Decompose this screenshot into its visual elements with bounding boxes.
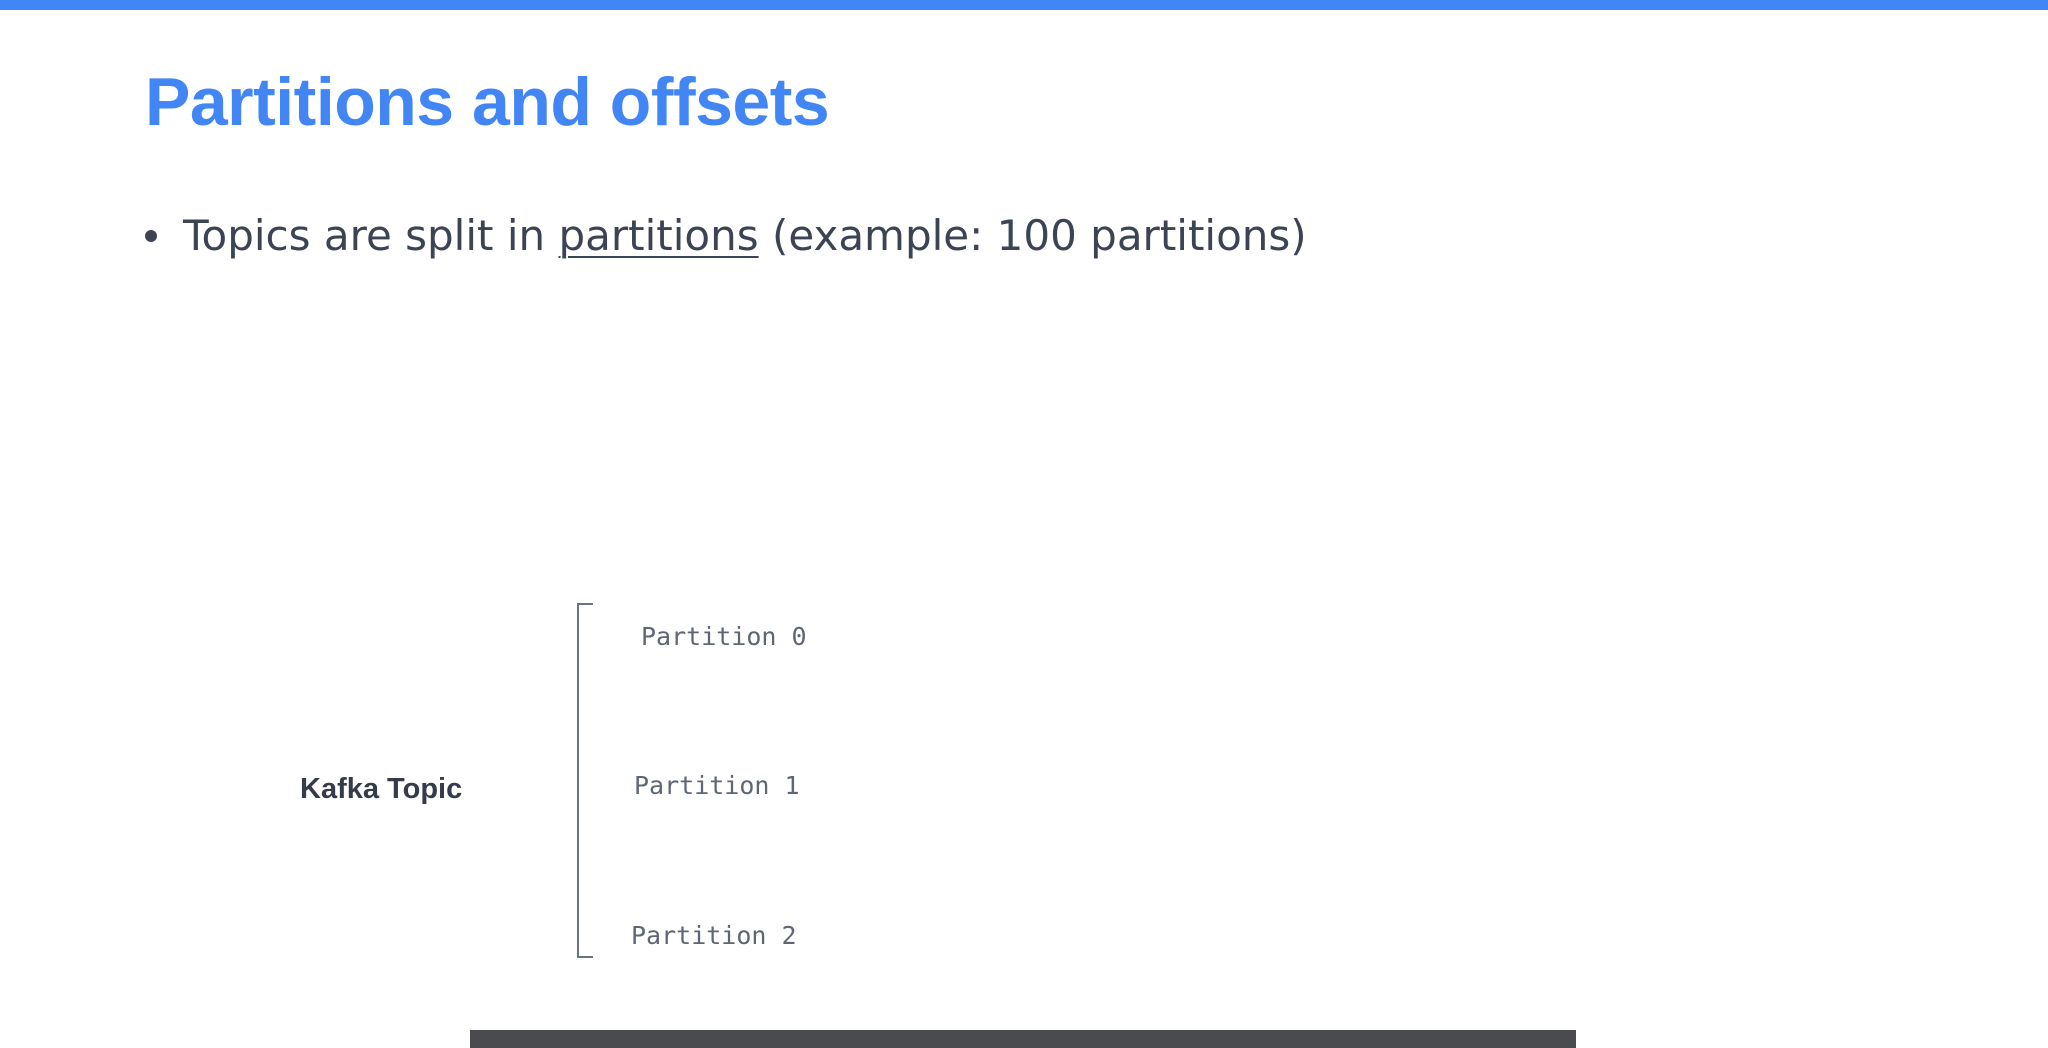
partition-1-label: Partition 1: [634, 771, 800, 800]
kafka-topic-label: Kafka Topic: [300, 773, 463, 805]
top-accent-bar: [0, 0, 2048, 10]
partition-0-label: Partition 0: [641, 622, 807, 651]
partitions-link[interactable]: partitions: [558, 211, 758, 260]
bullet-text-suffix: (example: 100 partitions): [758, 210, 1307, 260]
bullet-item: Topics are split in partitions (example:…: [145, 205, 1307, 265]
bottom-content-strip: [470, 1030, 1576, 1048]
bullet-dot-icon: [145, 230, 157, 242]
bullet-text: Topics are split in partitions (example:…: [183, 211, 1307, 260]
partition-bracket: [577, 603, 593, 958]
partition-2-label: Partition 2: [631, 921, 797, 950]
slide-title: Partitions and offsets: [145, 64, 830, 140]
bullet-text-prefix: Topics are split in: [183, 210, 559, 260]
